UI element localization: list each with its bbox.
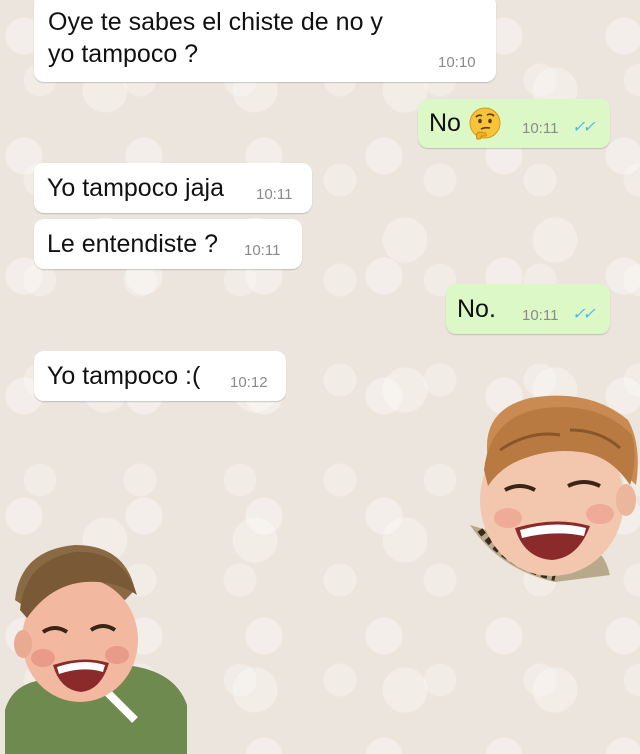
message-time: 10:11 bbox=[244, 242, 281, 259]
message-bubble-incoming[interactable]: Oye te sabes el chiste de no y yo tampoc… bbox=[34, 0, 496, 82]
message-time: 10:11 bbox=[522, 120, 559, 137]
message-text: Yo tampoco jaja bbox=[47, 174, 224, 202]
message-time: 10:11 bbox=[522, 307, 559, 324]
message-text: Le entendiste ? bbox=[47, 230, 218, 258]
message-bubble-incoming[interactable]: Yo tampoco :( 10:12 bbox=[34, 351, 286, 401]
message-time: 10:12 bbox=[230, 374, 268, 391]
message-bubble-outgoing[interactable]: No 10:11 ✓✓ bbox=[418, 99, 610, 148]
laughing-boy-sticker-right[interactable] bbox=[460, 390, 640, 590]
message-bubble-incoming[interactable]: Yo tampoco jaja 10:11 bbox=[34, 163, 312, 213]
message-text: No bbox=[429, 109, 461, 137]
message-text-line-2: yo tampoco ? bbox=[48, 40, 199, 68]
read-ticks-icon: ✓✓ bbox=[572, 119, 596, 136]
laughing-boy-sticker-left[interactable] bbox=[5, 540, 190, 754]
read-ticks-icon: ✓✓ bbox=[572, 306, 596, 323]
message-text: No. bbox=[457, 295, 496, 323]
message-bubble-outgoing[interactable]: No. 10:11 ✓✓ bbox=[446, 284, 610, 334]
message-text-line-1: Oye te sabes el chiste de no y bbox=[48, 8, 383, 36]
thinking-face-icon bbox=[469, 107, 501, 140]
message-text: Yo tampoco :( bbox=[47, 362, 201, 390]
message-time: 10:11 bbox=[256, 186, 293, 203]
message-time: 10:10 bbox=[438, 54, 476, 71]
message-bubble-incoming[interactable]: Le entendiste ? 10:11 bbox=[34, 219, 302, 269]
